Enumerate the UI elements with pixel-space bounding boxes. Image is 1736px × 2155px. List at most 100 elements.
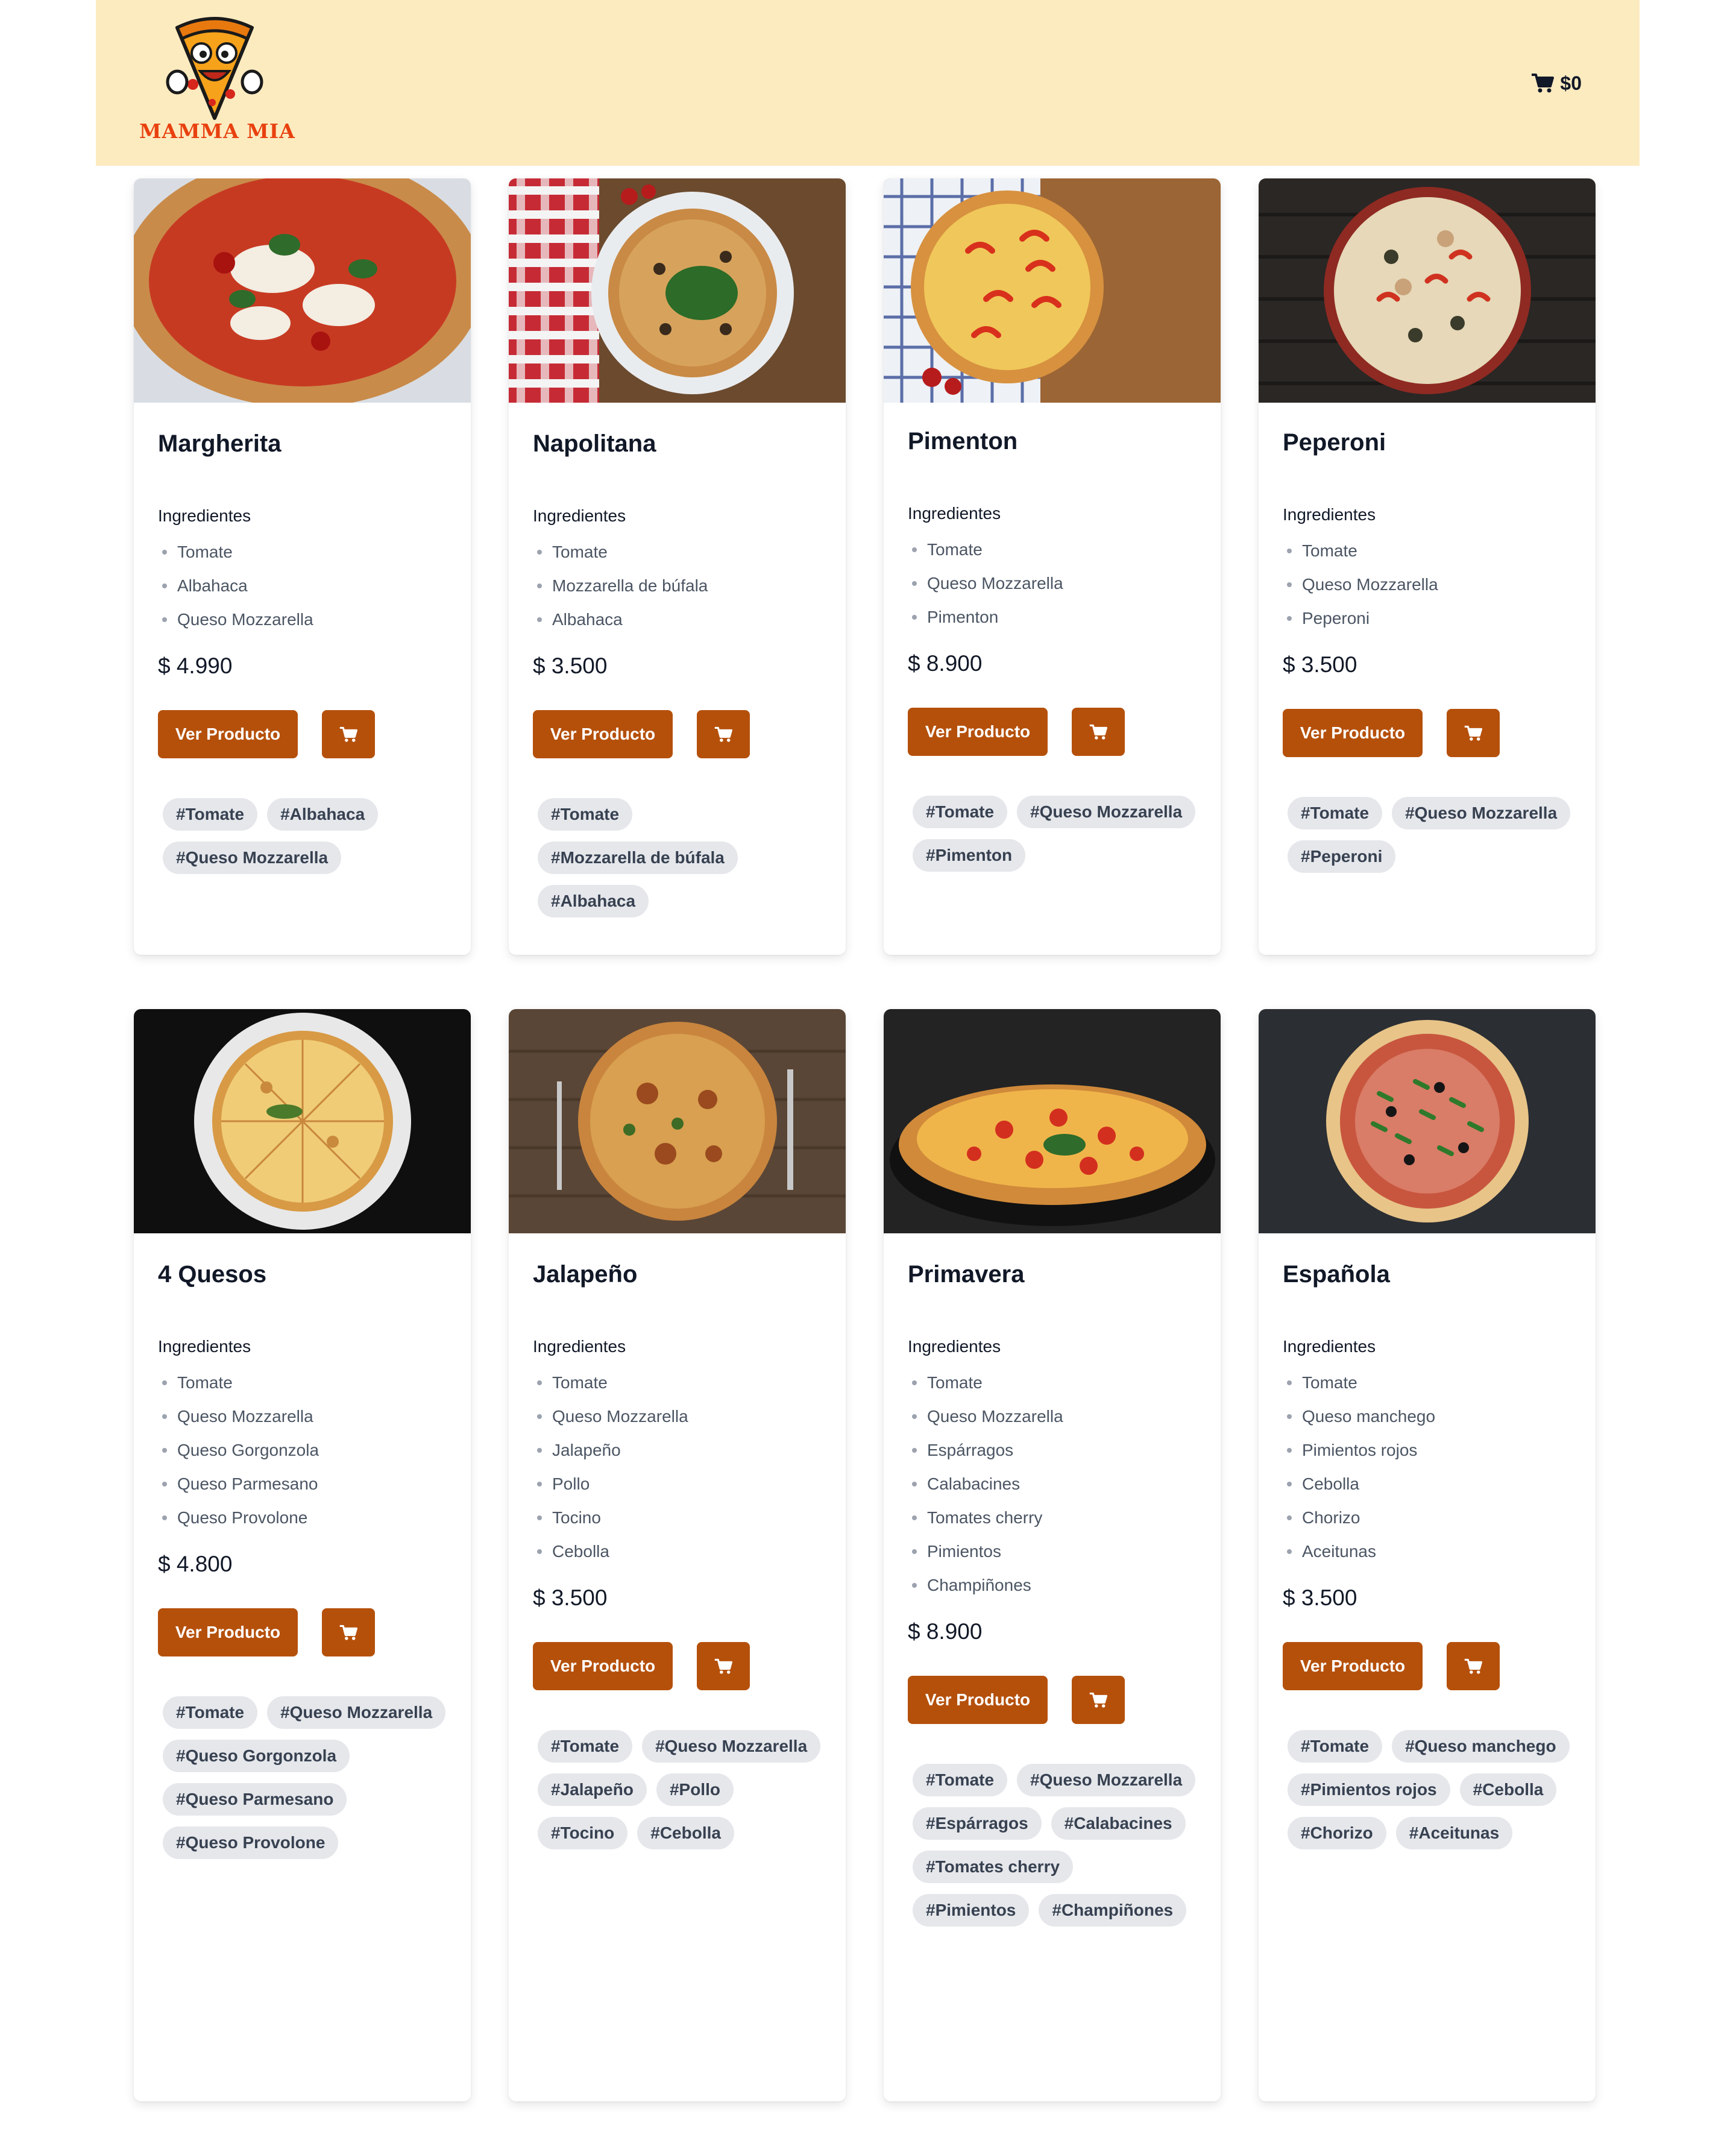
add-to-cart-button[interactable] — [697, 1642, 750, 1690]
pizza-price: $ 3.500 — [1283, 652, 1357, 677]
pizza-price: $ 3.500 — [533, 1585, 608, 1610]
ingredient-item: Tomate — [908, 1372, 1063, 1406]
tag-chip[interactable]: #Champiñones — [1039, 1894, 1187, 1927]
tag-chip[interactable]: #Peperoni — [1288, 840, 1396, 873]
ingredient-item: Pimenton — [908, 606, 1063, 640]
tag-chip[interactable]: #Queso Provolone — [163, 1826, 339, 1859]
view-product-button[interactable]: Ver Producto — [533, 1642, 673, 1690]
tag-chip[interactable]: #Tomate — [913, 796, 1008, 828]
tag-chip[interactable]: #Mozzarella de búfala — [538, 842, 738, 874]
ingredient-item: Tomate — [158, 1372, 319, 1406]
tag-chip[interactable]: #Calabacines — [1051, 1807, 1186, 1840]
view-product-button[interactable]: Ver Producto — [533, 710, 673, 758]
view-product-button[interactable]: Ver Producto — [158, 1608, 298, 1656]
ingredient-item: Tomates cherry — [908, 1507, 1063, 1541]
pizza-price: $ 4.800 — [158, 1552, 233, 1576]
ingredient-item: Mozzarella de búfala — [533, 575, 708, 609]
pizza-card-napolitana: Napolitana Ingredientes Tomate Mozzarell… — [509, 178, 846, 955]
add-to-cart-button[interactable] — [1072, 1676, 1125, 1724]
tag-chip[interactable]: #Tomate — [913, 1764, 1008, 1796]
tag-chip[interactable]: #Queso Mozzarella — [1392, 797, 1571, 829]
ingredients-list: Tomate Queso Mozzarella Jalapeño Pollo T… — [533, 1372, 688, 1575]
add-to-cart-button[interactable] — [697, 710, 750, 758]
tag-chip[interactable]: #Tomate — [538, 798, 633, 831]
tag-chip[interactable]: #Queso Mozzarella — [267, 1696, 446, 1729]
tag-chip[interactable]: #Queso manchego — [1392, 1730, 1570, 1763]
ingredients-heading: Ingredientes — [1283, 505, 1376, 524]
ingredient-item: Queso Mozzarella — [908, 573, 1063, 606]
tag-chip[interactable]: #Queso Mozzarella — [163, 842, 342, 874]
pizza-image — [509, 1009, 846, 1233]
ingredients-heading: Ingredientes — [908, 504, 1001, 523]
cart-icon — [339, 726, 357, 742]
tag-list: #Tomate #Albahaca #Queso Mozzarella — [163, 798, 446, 874]
view-product-button[interactable]: Ver Producto — [158, 710, 298, 758]
tag-chip[interactable]: #Pimientos — [913, 1894, 1030, 1927]
tag-chip[interactable]: #Chorizo — [1288, 1817, 1386, 1849]
ingredients-list: Tomate Albahaca Queso Mozzarella — [158, 541, 313, 643]
tag-chip[interactable]: #Tomate — [1288, 797, 1383, 829]
tag-chip[interactable]: #Tomate — [163, 798, 258, 831]
ingredient-item: Cebolla — [533, 1541, 688, 1575]
add-to-cart-button[interactable] — [1447, 709, 1500, 757]
pizza-card-jalapeno: Jalapeño Ingredientes Tomate Queso Mozza… — [509, 1009, 846, 2101]
cart-icon — [714, 726, 732, 742]
pizza-price: $ 3.500 — [533, 653, 608, 678]
tag-chip[interactable]: #Aceitunas — [1395, 1817, 1513, 1849]
ingredient-item: Espárragos — [908, 1439, 1063, 1473]
ingredient-item: Jalapeño — [533, 1439, 688, 1473]
pizza-name: Primavera — [908, 1261, 1025, 1288]
pizza-name: Napolitana — [533, 430, 656, 457]
pizza-image — [1259, 1009, 1596, 1233]
cart-icon — [1464, 1658, 1482, 1674]
card-actions: Ver Producto — [533, 1642, 750, 1690]
ingredients-heading: Ingredientes — [158, 1337, 251, 1356]
pizza-card-primavera: Primavera Ingredientes Tomate Queso Mozz… — [884, 1009, 1221, 2101]
add-to-cart-button[interactable] — [1072, 708, 1125, 756]
ingredient-item: Queso Parmesano — [158, 1473, 319, 1507]
ingredient-item: Queso Mozzarella — [908, 1406, 1063, 1439]
add-to-cart-button[interactable] — [322, 710, 375, 758]
tag-chip[interactable]: #Albahaca — [538, 885, 649, 917]
tag-chip[interactable]: #Jalapeño — [538, 1773, 647, 1806]
cart-total-button[interactable]: $0 — [1531, 69, 1582, 98]
pizza-price: $ 4.990 — [158, 653, 233, 678]
pizza-mascot-icon — [166, 17, 263, 120]
tag-chip[interactable]: #Pimenton — [913, 839, 1026, 872]
tag-chip[interactable]: #Pollo — [656, 1773, 734, 1806]
card-actions: Ver Producto — [908, 708, 1125, 756]
tag-chip[interactable]: #Queso Mozzarella — [1017, 796, 1196, 828]
tag-chip[interactable]: #Queso Mozzarella — [642, 1730, 821, 1763]
tag-chip[interactable]: #Tomates cherry — [913, 1851, 1074, 1883]
add-to-cart-button[interactable] — [322, 1608, 375, 1656]
brand-logo[interactable]: MAMMA MIA — [139, 11, 296, 149]
ingredient-item: Queso Mozzarella — [1283, 574, 1438, 608]
tag-chip[interactable]: #Tomate — [538, 1730, 633, 1763]
tag-chip[interactable]: #Tomate — [1288, 1730, 1383, 1763]
view-product-button[interactable]: Ver Producto — [908, 708, 1048, 756]
add-to-cart-button[interactable] — [1447, 1642, 1500, 1690]
tag-list: #Tomate #Mozzarella de búfala #Albahaca — [538, 798, 821, 917]
view-product-button[interactable]: Ver Producto — [1283, 709, 1423, 757]
tag-chip[interactable]: #Queso Gorgonzola — [163, 1740, 350, 1772]
tag-chip[interactable]: #Cebolla — [637, 1817, 734, 1849]
tag-chip[interactable]: #Albahaca — [267, 798, 379, 831]
cart-icon — [339, 1625, 357, 1640]
tag-chip[interactable]: #Queso Mozzarella — [1017, 1764, 1196, 1796]
view-product-button[interactable]: Ver Producto — [908, 1676, 1048, 1724]
tag-chip[interactable]: #Pimientos rojos — [1288, 1773, 1450, 1806]
tag-chip[interactable]: #Queso Parmesano — [163, 1783, 347, 1816]
tag-chip[interactable]: #Tocino — [538, 1817, 628, 1849]
ingredient-item: Queso Mozzarella — [158, 1406, 319, 1439]
pizza-image — [509, 178, 846, 403]
pizza-price: $ 8.900 — [908, 1619, 983, 1644]
ingredient-item: Pimientos rojos — [1283, 1439, 1435, 1473]
tag-chip[interactable]: #Cebolla — [1459, 1773, 1557, 1806]
view-product-button[interactable]: Ver Producto — [1283, 1642, 1423, 1690]
ingredients-heading: Ingredientes — [1283, 1337, 1376, 1356]
pizza-name: 4 Quesos — [158, 1261, 267, 1288]
tag-chip[interactable]: #Tomate — [163, 1696, 258, 1729]
tag-chip[interactable]: #Espárragos — [913, 1807, 1042, 1840]
ingredients-heading: Ingredientes — [533, 1337, 626, 1356]
ingredient-item: Albahaca — [158, 575, 313, 609]
